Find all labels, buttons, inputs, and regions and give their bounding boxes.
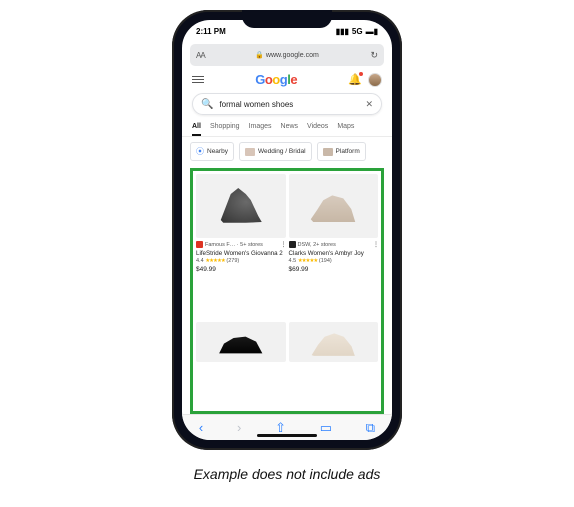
clear-icon[interactable]: ✕ xyxy=(365,99,373,110)
product-card[interactable]: Famous F… · 5+ stores ⋮ LifeStride Women… xyxy=(196,174,286,319)
product-image xyxy=(196,322,286,362)
product-image xyxy=(289,322,379,362)
signal-icon: ▮▮▮ xyxy=(336,27,349,36)
product-image xyxy=(196,174,286,238)
store-text: DSW, 2+ stores xyxy=(298,242,372,248)
stars-icon: ★★★★★ xyxy=(298,258,318,264)
bookmarks-button[interactable]: ▭ xyxy=(320,420,332,436)
tab-shopping[interactable]: Shopping xyxy=(210,119,240,136)
thumb-icon xyxy=(245,148,255,156)
product-image xyxy=(289,174,379,238)
product-rating: 4.4 ★★★★★ (279) xyxy=(196,258,286,264)
product-price: $49.99 xyxy=(196,266,286,273)
store-icon xyxy=(289,241,296,248)
device-frame: 2:11 PM ▮▮▮ 5G ▬▮ AA 🔒 www.google.com ↻ … xyxy=(172,10,402,450)
search-icon: 🔍 xyxy=(201,99,213,110)
forward-button[interactable]: › xyxy=(237,420,241,435)
product-title: Clarks Women's Ambyr Joy xyxy=(289,250,379,257)
text-size-button[interactable]: AA xyxy=(196,51,205,60)
product-price: $69.99 xyxy=(289,266,379,273)
figure-caption: Example does not include ads xyxy=(194,466,381,482)
product-card[interactable]: DSW, 2+ stores ⋮ Clarks Women's Ambyr Jo… xyxy=(289,174,379,319)
store-text: Famous F… · 5+ stores xyxy=(205,242,279,248)
notifications-icon[interactable]: 🔔 xyxy=(348,73,362,86)
tab-maps[interactable]: Maps xyxy=(337,119,354,136)
status-right: ▮▮▮ 5G ▬▮ xyxy=(336,27,378,36)
google-logo[interactable]: Google xyxy=(255,72,297,87)
tab-videos[interactable]: Videos xyxy=(307,119,328,136)
reload-button[interactable]: ↻ xyxy=(370,50,378,61)
stars-icon: ★★★★★ xyxy=(205,258,225,264)
product-title: LifeStride Women's Giovanna 2 xyxy=(196,250,286,257)
avatar[interactable] xyxy=(368,73,382,87)
store-icon xyxy=(196,241,203,248)
search-query: formal women shoes xyxy=(219,100,359,109)
product-card[interactable] xyxy=(289,322,379,408)
url-text: www.google.com xyxy=(266,52,319,59)
tab-images[interactable]: Images xyxy=(249,119,272,136)
hamburger-menu-icon[interactable] xyxy=(192,76,204,83)
screen: 2:11 PM ▮▮▮ 5G ▬▮ AA 🔒 www.google.com ↻ … xyxy=(182,20,392,440)
search-tabs: All Shopping Images News Videos Maps xyxy=(182,119,392,137)
more-icon[interactable]: ⋮ xyxy=(281,241,286,248)
thumb-icon xyxy=(323,148,333,156)
chip-wedding[interactable]: Wedding / Bridal xyxy=(239,142,312,161)
more-icon[interactable]: ⋮ xyxy=(373,241,378,248)
notch xyxy=(242,10,332,28)
status-time: 2:11 PM xyxy=(196,27,226,36)
app-header: Google 🔔 xyxy=(182,68,392,89)
battery-icon: ▬▮ xyxy=(366,27,378,36)
back-button[interactable]: ‹ xyxy=(199,420,203,435)
product-results: Famous F… · 5+ stores ⋮ LifeStride Women… xyxy=(190,168,384,414)
tabs-button[interactable]: ⧉ xyxy=(366,420,375,436)
pin-icon: ⦿ xyxy=(196,146,204,157)
address-bar[interactable]: AA 🔒 www.google.com ↻ xyxy=(190,44,384,66)
filter-chips: ⦿ Nearby Wedding / Bridal Platform xyxy=(182,137,392,166)
tab-all[interactable]: All xyxy=(192,119,201,136)
tab-news[interactable]: News xyxy=(281,119,299,136)
chip-platform[interactable]: Platform xyxy=(317,142,366,161)
home-indicator[interactable] xyxy=(257,434,317,437)
network-label: 5G xyxy=(352,27,363,36)
chip-nearby[interactable]: ⦿ Nearby xyxy=(190,142,234,161)
product-card[interactable] xyxy=(196,322,286,408)
product-rating: 4.5 ★★★★★ (194) xyxy=(289,258,379,264)
search-input[interactable]: 🔍 formal women shoes ✕ xyxy=(192,93,382,115)
lock-icon: 🔒 xyxy=(255,51,264,59)
